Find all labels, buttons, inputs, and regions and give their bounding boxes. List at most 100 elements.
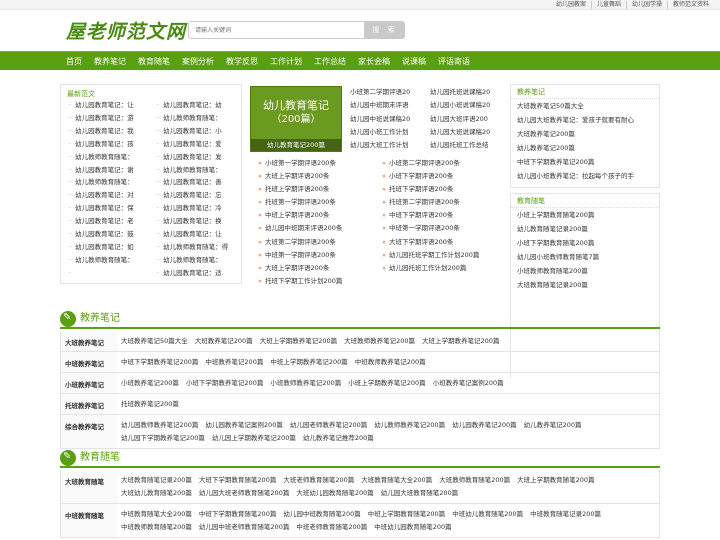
article-link[interactable]: 幼儿园上学期教养笔记200篇 bbox=[212, 432, 296, 445]
mid-bottom-link[interactable]: 托班下学期评语200条 bbox=[382, 183, 506, 196]
mid-top-link[interactable]: 幼儿园托班工作总结 bbox=[430, 139, 506, 152]
mid-bottom-link[interactable]: 大班上学期评语200条 bbox=[258, 262, 382, 275]
latest-link[interactable]: 幼儿教师教育随笔： bbox=[69, 151, 153, 164]
article-link[interactable]: 大班教育随笔大全200篇 bbox=[361, 474, 432, 487]
article-link[interactable]: 小班上学期教养笔记200篇 bbox=[348, 377, 425, 390]
article-link[interactable]: 中班教师教养笔记200篇 bbox=[355, 356, 426, 369]
right-link[interactable]: 小班教师教育随笔200篇 bbox=[511, 264, 659, 278]
right-link[interactable]: 大班教育随笔记录200篇 bbox=[511, 278, 659, 292]
top-link[interactable]: 教师范文资料 bbox=[666, 1, 714, 9]
row-label[interactable]: 综合教养笔记 bbox=[61, 415, 117, 448]
right-link[interactable]: 小班上学期教育随笔200篇 bbox=[511, 208, 659, 222]
mid-bottom-link[interactable]: 中班上学期评语200条 bbox=[258, 209, 382, 222]
nav-item[interactable]: 家长会稿 bbox=[352, 52, 396, 71]
latest-link[interactable]: 幼儿园教育笔记：让 bbox=[69, 99, 153, 112]
mid-bottom-link[interactable]: 小班第二学期评语200条 bbox=[382, 157, 506, 170]
mid-top-link[interactable]: 小班第二学期评语20 bbox=[350, 86, 426, 99]
mid-bottom-link[interactable]: 托班上学期评语200条 bbox=[258, 183, 382, 196]
article-link[interactable]: 小班教养笔记200篇 bbox=[121, 377, 179, 390]
right-link[interactable]: 小班下学期教育随笔200篇 bbox=[511, 236, 659, 250]
nav-item[interactable]: 评语寄语 bbox=[432, 52, 476, 71]
mid-bottom-link[interactable]: 小班第一学期评语200条 bbox=[258, 157, 382, 170]
latest-link[interactable]: 幼儿园教育笔记：换 bbox=[157, 215, 241, 228]
mid-bottom-link[interactable]: 小班下学期评语200条 bbox=[382, 170, 506, 183]
article-link[interactable]: 大班教养笔记50篇大全 bbox=[121, 335, 188, 348]
section-title[interactable]: 教育随笔 bbox=[80, 450, 120, 466]
mid-bottom-link[interactable]: 托班下学期工作计划200篇 bbox=[258, 275, 382, 288]
latest-link[interactable]: 幼儿园教育笔记：老 bbox=[69, 215, 153, 228]
latest-link[interactable]: 幼儿园教育笔记：如 bbox=[69, 241, 153, 254]
row-label[interactable]: 大班教育随笔 bbox=[61, 470, 117, 503]
article-link[interactable]: 幼儿教师教养笔记200篇 bbox=[374, 419, 445, 432]
article-link[interactable]: 幼儿教养笔记推荐200篇 bbox=[303, 432, 374, 445]
article-link[interactable]: 大班上学期教养笔记200篇 bbox=[260, 335, 337, 348]
article-link[interactable]: 中班教养笔记200篇 bbox=[205, 356, 263, 369]
article-link[interactable]: 幼儿园老师教养笔记200篇 bbox=[290, 419, 367, 432]
article-link[interactable]: 大班教育随笔记录200篇 bbox=[121, 474, 192, 487]
article-link[interactable]: 大班教师教养笔记200篇 bbox=[344, 335, 415, 348]
article-link[interactable]: 大班下学期教育随笔200篇 bbox=[199, 474, 276, 487]
mid-bottom-link[interactable]: 中班第一学期评语200条 bbox=[382, 222, 506, 235]
mid-bottom-link[interactable]: 幼儿园中班期末评语200条 bbox=[258, 222, 382, 235]
article-link[interactable]: 托班教养笔记200篇 bbox=[121, 398, 179, 411]
latest-link[interactable]: 幼儿园教育笔记：鼓 bbox=[69, 228, 153, 241]
mid-bottom-link[interactable]: 中班下学期评语200条 bbox=[382, 209, 506, 222]
article-link[interactable]: 中班上学期教育随笔200篇 bbox=[368, 508, 445, 521]
site-logo[interactable]: 屋老师范文网 bbox=[66, 17, 186, 44]
article-link[interactable]: 小班下学期教养笔记200篇 bbox=[186, 377, 263, 390]
latest-link[interactable]: 幼儿园教育笔记：游 bbox=[69, 112, 153, 125]
nav-item[interactable]: 工作计划 bbox=[264, 52, 308, 71]
latest-link[interactable]: 幼儿园教育笔记：冷 bbox=[157, 202, 241, 215]
latest-link[interactable]: 幼儿教师教育随笔：得 bbox=[157, 241, 241, 254]
latest-link[interactable]: 幼儿园教育笔记：让 bbox=[157, 228, 241, 241]
top-link[interactable]: 幼儿园学操 bbox=[625, 1, 667, 9]
nav-item[interactable]: 教育随笔 bbox=[132, 52, 176, 71]
nav-item[interactable]: 教养笔记 bbox=[88, 52, 132, 71]
nav-item[interactable]: 工作总结 bbox=[308, 52, 352, 71]
article-link[interactable]: 中班老师教育随笔200篇 bbox=[296, 521, 367, 534]
mid-bottom-link[interactable]: 大班第二学期评语200条 bbox=[258, 236, 382, 249]
latest-link[interactable]: 幼儿教师教育随笔： bbox=[69, 176, 153, 189]
latest-link[interactable]: 幼儿园教育笔记：善 bbox=[157, 176, 241, 189]
latest-link[interactable]: 幼儿园教育笔记：对 bbox=[69, 189, 153, 202]
right-link[interactable]: 幼儿教育随笔记录200篇 bbox=[511, 222, 659, 236]
mid-bottom-link[interactable]: 中班第一学期评语200条 bbox=[258, 249, 382, 262]
article-link[interactable]: 大班教师教育随笔200篇 bbox=[439, 474, 510, 487]
article-link[interactable]: 中班下学期教养笔记200篇 bbox=[121, 356, 198, 369]
latest-link[interactable]: 幼儿园教育笔记：忘 bbox=[157, 189, 241, 202]
latest-link[interactable]: 幼儿园教育笔记：适 bbox=[157, 267, 241, 280]
mid-bottom-link[interactable]: 托班第二学期评语200条 bbox=[382, 196, 506, 209]
latest-link[interactable]: 幼儿教师教育随笔： bbox=[157, 164, 241, 177]
article-link[interactable]: 大班老师教育随笔200篇 bbox=[283, 474, 354, 487]
mid-bottom-link[interactable]: 大班下学期评语200条 bbox=[382, 236, 506, 249]
article-link[interactable]: 幼儿园教养笔记案例200篇 bbox=[205, 419, 282, 432]
article-link[interactable]: 幼儿教养笔记200篇 bbox=[524, 419, 582, 432]
article-link[interactable]: 大班幼儿园教育随笔200篇 bbox=[296, 487, 373, 500]
article-link[interactable]: 小班教养笔记案例200篇 bbox=[433, 377, 504, 390]
article-link[interactable]: 幼儿园下学期教养笔记200篇 bbox=[121, 432, 205, 445]
mid-top-link[interactable]: 幼儿园中班说课稿20 bbox=[350, 113, 426, 126]
mid-top-link[interactable]: 幼儿园小班说课稿20 bbox=[430, 99, 506, 112]
nav-item[interactable]: 案例分析 bbox=[176, 52, 220, 71]
top-link[interactable]: 幼儿园教案 bbox=[551, 1, 591, 9]
mid-bottom-link[interactable]: 大班上学期评语200条 bbox=[258, 170, 382, 183]
latest-link[interactable]: 幼儿园教育笔记：幼 bbox=[157, 99, 241, 112]
article-link[interactable]: 中班幼儿教育随笔200篇 bbox=[452, 508, 523, 521]
section-title[interactable]: 教养笔记 bbox=[80, 311, 120, 327]
row-label[interactable]: 中班教养笔记 bbox=[61, 352, 117, 372]
row-label[interactable]: 小班教养笔记 bbox=[61, 373, 117, 393]
search-button[interactable]: 搜 索 bbox=[365, 21, 405, 39]
article-link[interactable]: 幼儿园大班老师教育随笔200篇 bbox=[199, 487, 289, 500]
row-label[interactable]: 大班教养笔记 bbox=[61, 331, 117, 351]
article-link[interactable]: 幼儿园教师教养笔记200篇 bbox=[121, 419, 198, 432]
right-link[interactable]: 大班教养笔记200篇 bbox=[511, 127, 659, 141]
promo-banner[interactable]: 幼儿教育笔记 （200篇） 幼儿教育笔记200篇 bbox=[250, 86, 342, 152]
right-block-title[interactable]: 教育随笔 bbox=[511, 194, 659, 208]
right-block-title[interactable]: 教养笔记 bbox=[511, 85, 659, 99]
nav-item-home[interactable]: 首页 bbox=[60, 52, 88, 71]
latest-link[interactable]: 幼儿园教育笔记：发 bbox=[157, 151, 241, 164]
mid-bottom-link[interactable]: 幼儿园托班学期工作计划200篇 bbox=[382, 249, 506, 262]
nav-item[interactable]: 说课稿 bbox=[396, 52, 432, 71]
row-label[interactable]: 中班教育随笔 bbox=[61, 504, 117, 537]
nav-item[interactable]: 教学反思 bbox=[220, 52, 264, 71]
